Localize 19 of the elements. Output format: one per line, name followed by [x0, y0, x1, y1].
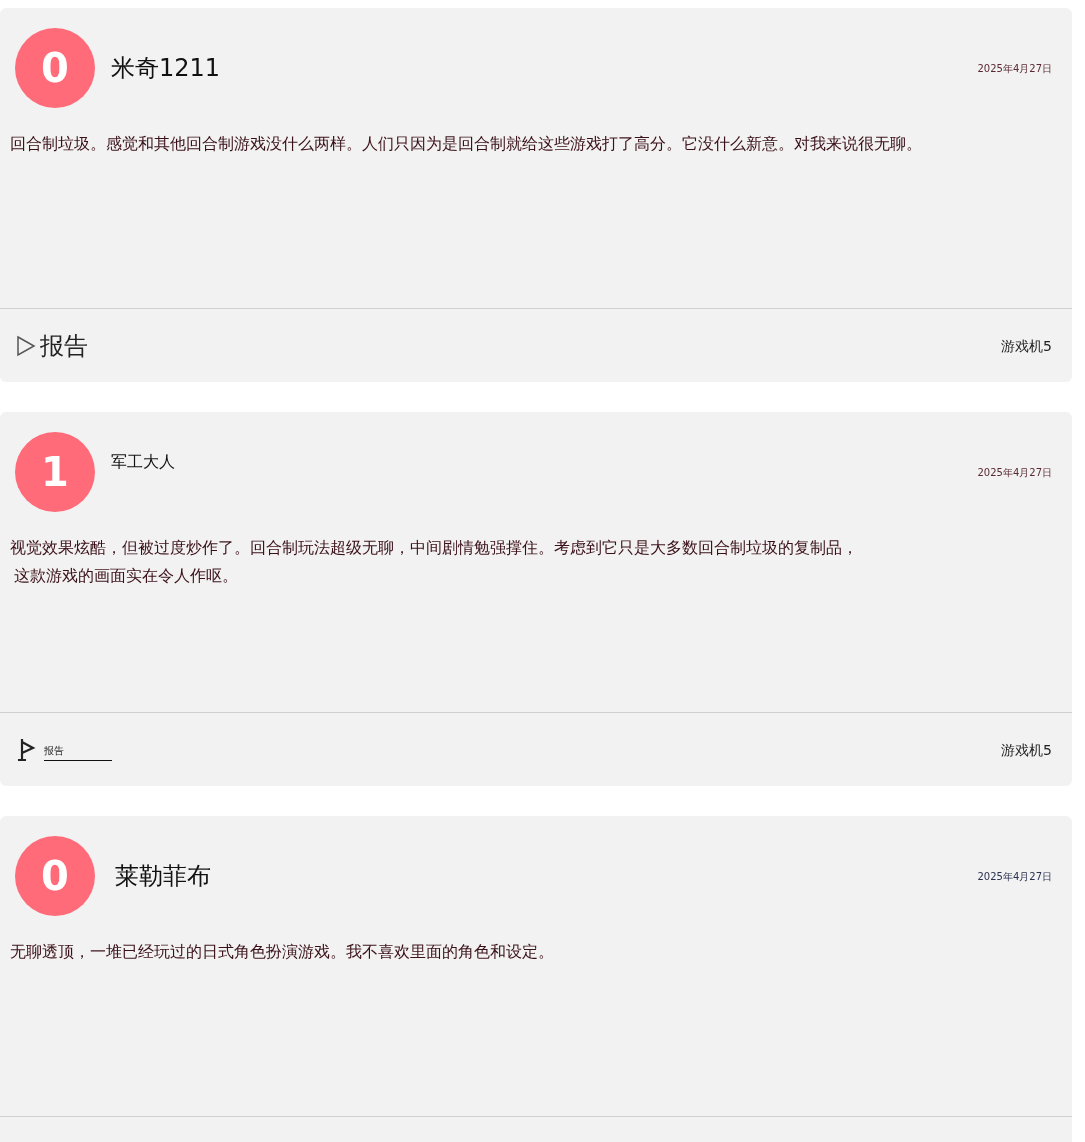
score-badge: 0 — [15, 28, 95, 108]
reviewer-name: 莱勒菲布 — [114, 861, 211, 892]
review-text: 回合制垃圾。感觉和其他回合制游戏没什么两样。人们只因为是回合制就给这些游戏打了高分。它没什么新意。对我来说很无聊。 — [10, 133, 923, 155]
review-date: 2025年4月27日 — [977, 465, 1052, 480]
report-button[interactable]: 报告 — [16, 329, 88, 362]
score-badge: 0 — [15, 836, 95, 916]
triangle-icon — [16, 334, 36, 357]
platform-label: 游戏机5 — [1001, 336, 1052, 356]
flag-icon — [16, 736, 36, 763]
reviewer-name: 米奇1211 — [110, 53, 221, 84]
review-date: 2025年4月27日 — [977, 61, 1052, 76]
platform-label: 游戏机5 — [1001, 740, 1052, 760]
review-date: 2025年4月27日 — [977, 869, 1052, 884]
review-text: 视觉效果炫酷，但被过度炒作了。回合制玩法超级无聊，中间剧情勉强撑住。考虑到它只是大多数回合制垃圾的复制品， — [10, 537, 859, 559]
review-text: 无聊透顶，一堆已经玩过的日式角色扮演游戏。我不喜欢里面的角色和设定。 — [10, 941, 555, 963]
score-badge: 1 — [15, 432, 95, 512]
reviewer-name: 军工大人 — [110, 451, 175, 473]
report-button[interactable]: 报告 — [16, 736, 112, 763]
review-text: 这款游戏的画面实在令人作呕。 — [13, 565, 239, 587]
